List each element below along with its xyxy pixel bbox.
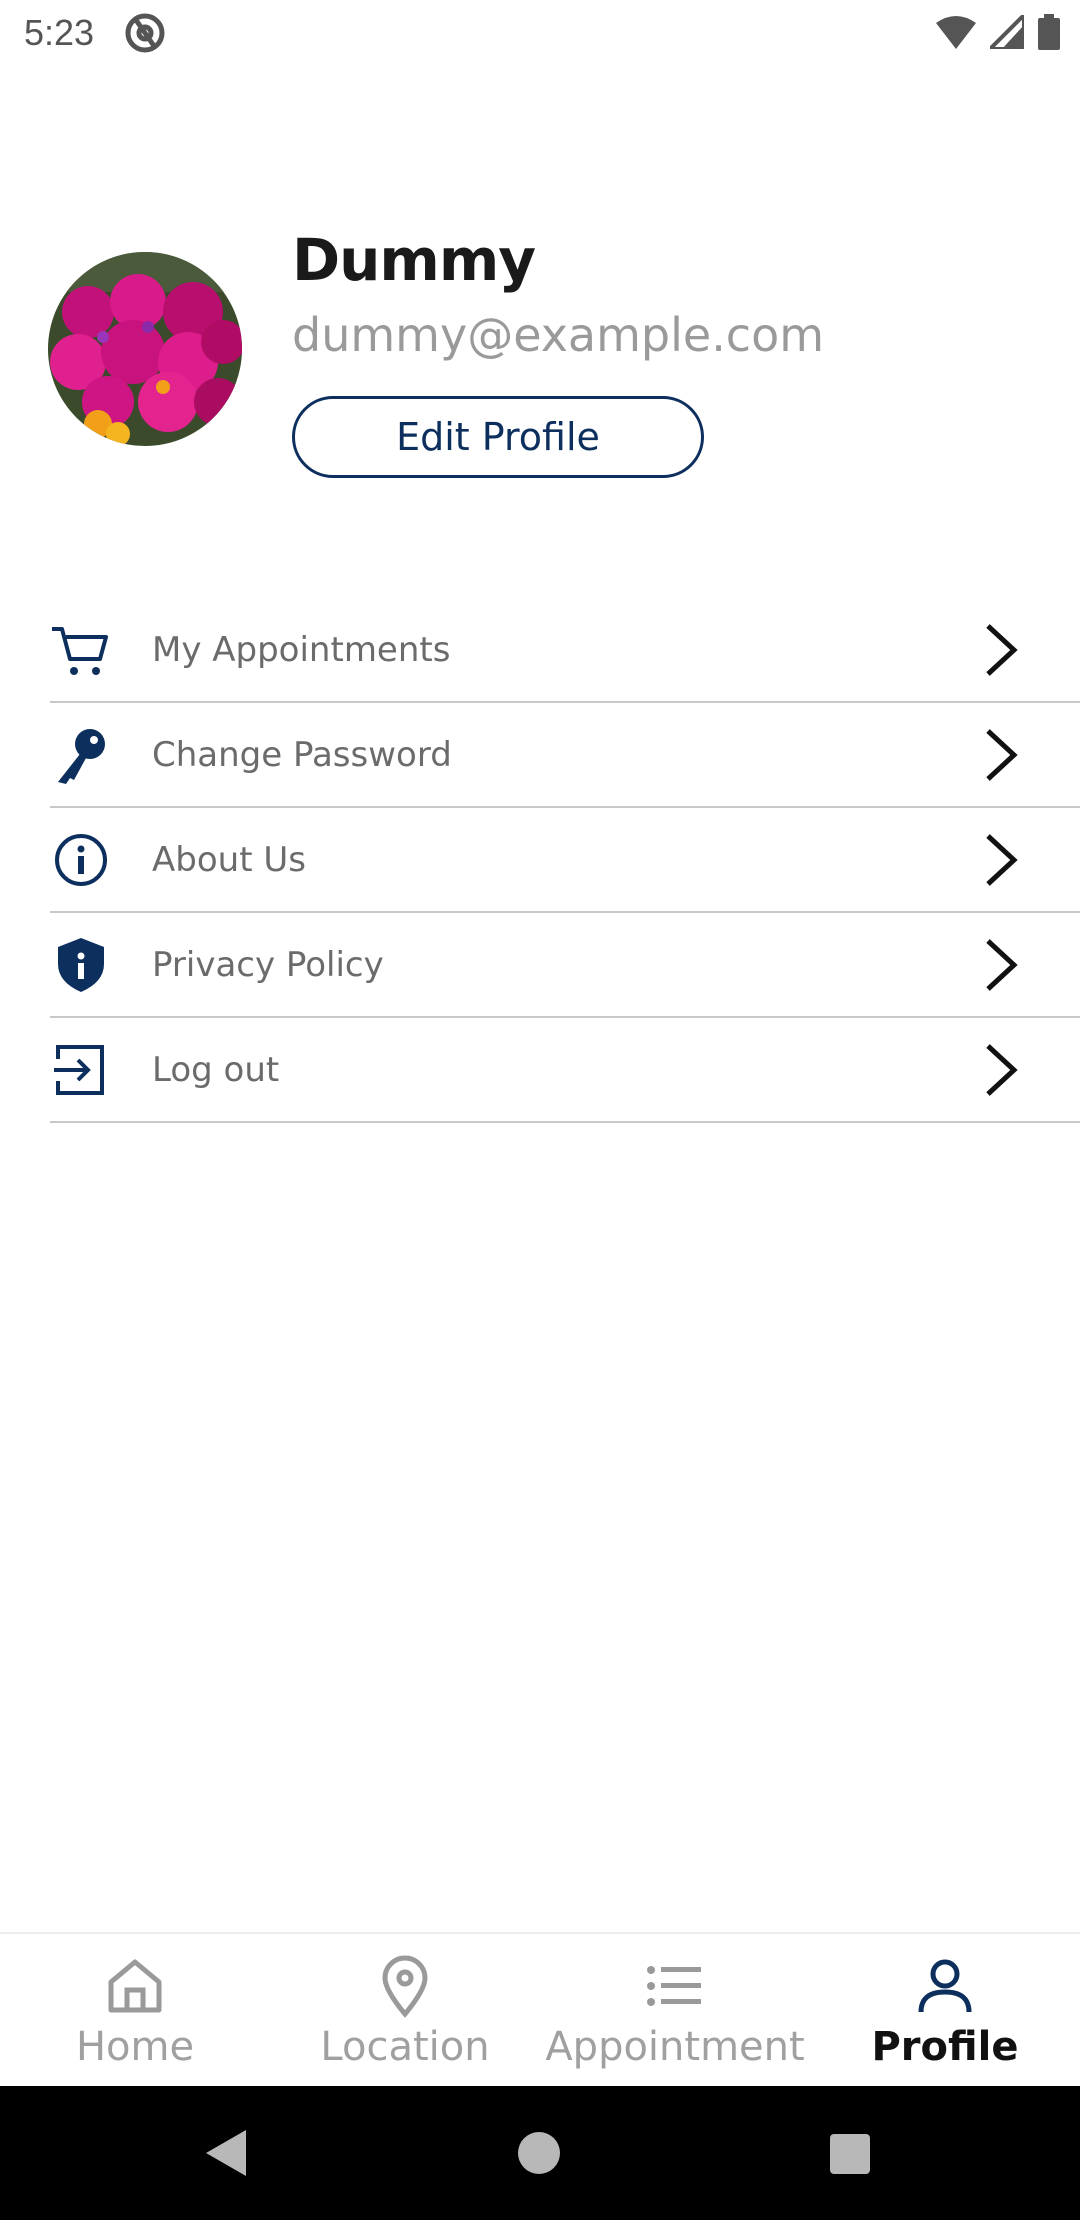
home-icon: [108, 1959, 162, 2013]
menu-item-about-us[interactable]: About Us: [50, 808, 1080, 913]
nav-tab-appointment[interactable]: Appointment: [540, 1934, 810, 2086]
system-navigation-bar: [0, 2086, 1080, 2220]
back-icon[interactable]: [206, 2130, 246, 2176]
nav-label: Profile: [871, 2024, 1019, 2070]
cart-icon: [52, 626, 108, 675]
nav-label: Home: [75, 2024, 195, 2070]
avatar-flower-image: [48, 252, 242, 446]
menu-item-change-password[interactable]: Change Password: [50, 703, 1080, 808]
nav-tab-location[interactable]: Location: [270, 1934, 540, 2086]
person-icon: [918, 1959, 972, 2013]
menu-item-my-appointments[interactable]: My Appointments: [50, 598, 1080, 703]
bottom-navigation: Home Location Appointment Profile: [0, 1932, 1080, 2086]
menu-item-label: Change Password: [152, 734, 452, 775]
key-icon: [58, 728, 105, 784]
menu-item-label: About Us: [152, 839, 306, 880]
at-sign-icon: [125, 13, 165, 53]
menu-item-label: Log out: [152, 1049, 280, 1090]
nav-label: Appointment: [545, 2024, 805, 2070]
menu-item-privacy-policy[interactable]: Privacy Policy: [50, 913, 1080, 1018]
nav-tab-profile[interactable]: Profile: [810, 1934, 1080, 2086]
recent-apps-button[interactable]: [830, 2134, 870, 2174]
battery-icon: [1038, 14, 1060, 50]
wifi-icon: [936, 16, 976, 49]
status-icons: [936, 14, 1060, 50]
chevron-right-icon: [986, 1043, 1018, 1096]
menu-item-label: My Appointments: [152, 629, 451, 670]
location-pin-icon: [382, 1955, 428, 2018]
profile-name: Dummy: [292, 226, 536, 294]
menu-item-log-out[interactable]: Log out: [50, 1018, 1080, 1123]
chevron-right-icon: [986, 728, 1018, 781]
list-icon: [647, 1966, 701, 2006]
signal-icon: [990, 15, 1024, 49]
home-button[interactable]: [518, 2132, 560, 2174]
logout-icon: [54, 1044, 104, 1095]
profile-menu: My Appointments Change Password About Us: [50, 598, 1080, 1123]
edit-profile-button[interactable]: Edit Profile: [292, 396, 704, 478]
chevron-right-icon: [986, 938, 1018, 991]
avatar: [48, 252, 242, 446]
shield-icon: [58, 937, 104, 992]
profile-email: dummy@example.com: [292, 308, 825, 362]
menu-item-label: Privacy Policy: [152, 944, 384, 985]
nav-tab-home[interactable]: Home: [0, 1934, 270, 2086]
chevron-right-icon: [986, 833, 1018, 886]
chevron-right-icon: [986, 623, 1018, 676]
status-bar: 5:23: [0, 0, 1080, 66]
status-time: 5:23: [24, 12, 95, 53]
nav-label: Location: [320, 2024, 490, 2070]
info-icon: [55, 833, 107, 886]
